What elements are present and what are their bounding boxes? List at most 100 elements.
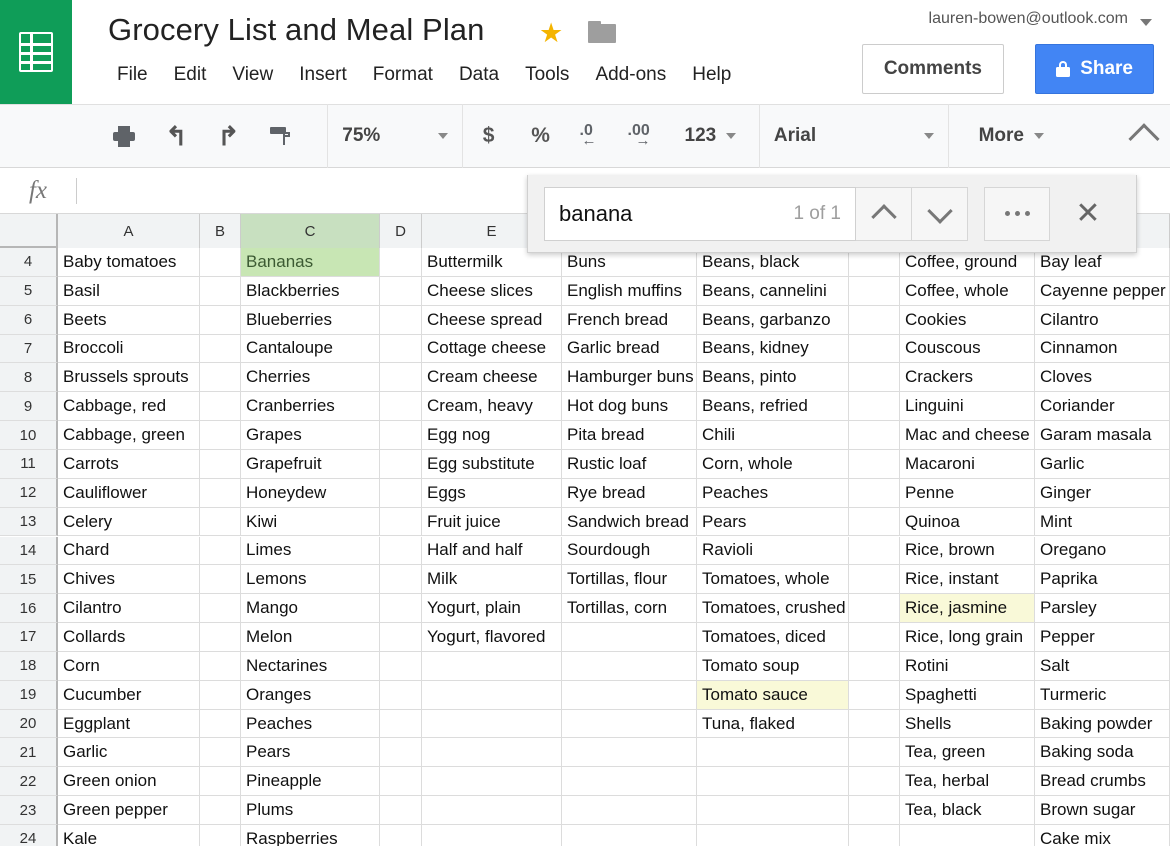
cell-F5[interactable]: English muffins [562,277,697,306]
cell-F20[interactable] [562,710,697,739]
cell-A17[interactable]: Collards [58,623,200,652]
cell-D11[interactable] [380,450,422,479]
cell-F13[interactable]: Sandwich bread [562,508,697,537]
cell-E7[interactable]: Cottage cheese [422,335,562,364]
cell-C21[interactable]: Pears [241,738,380,767]
cell-I8[interactable]: Crackers [900,363,1035,392]
cell-E16[interactable]: Yogurt, plain [422,594,562,623]
cell-E21[interactable] [422,738,562,767]
menu-help[interactable]: Help [679,60,744,90]
find-previous-button[interactable] [856,187,912,241]
cell-E19[interactable] [422,681,562,710]
row-header-22[interactable]: 22 [0,767,58,796]
cell-C12[interactable]: Honeydew [241,479,380,508]
cell-A5[interactable]: Basil [58,277,200,306]
cell-F21[interactable] [562,738,697,767]
cell-E13[interactable]: Fruit juice [422,508,562,537]
cell-H11[interactable] [849,450,900,479]
cell-A8[interactable]: Brussels sprouts [58,363,200,392]
cell-E20[interactable] [422,710,562,739]
cell-E11[interactable]: Egg substitute [422,450,562,479]
cell-I23[interactable]: Tea, black [900,796,1035,825]
menu-file[interactable]: File [104,60,161,90]
cell-H22[interactable] [849,767,900,796]
cell-C5[interactable]: Blackberries [241,277,380,306]
cell-J14[interactable]: Oregano [1035,537,1170,566]
cell-H20[interactable] [849,710,900,739]
more-options-button[interactable]: More [965,113,1058,159]
column-header-d[interactable]: D [380,214,422,248]
cell-G7[interactable]: Beans, kidney [697,335,849,364]
cell-D21[interactable] [380,738,422,767]
cell-E14[interactable]: Half and half [422,537,562,566]
cell-H10[interactable] [849,421,900,450]
cell-A14[interactable]: Chard [58,537,200,566]
cell-B6[interactable] [200,306,241,335]
cell-B10[interactable] [200,421,241,450]
cell-H13[interactable] [849,508,900,537]
menu-tools[interactable]: Tools [512,60,582,90]
row-header-19[interactable]: 19 [0,681,58,710]
cell-E18[interactable] [422,652,562,681]
cell-C15[interactable]: Lemons [241,565,380,594]
cell-B14[interactable] [200,537,241,566]
font-selector[interactable]: Arial [760,113,948,159]
cell-J21[interactable]: Baking soda [1035,738,1170,767]
cell-C13[interactable]: Kiwi [241,508,380,537]
cell-B21[interactable] [200,738,241,767]
cell-B22[interactable] [200,767,241,796]
cell-H5[interactable] [849,277,900,306]
select-all-corner[interactable] [0,214,58,248]
zoom-selector[interactable]: 75% [328,113,461,159]
cell-G16[interactable]: Tomatoes, crushed [697,594,849,623]
cell-G13[interactable]: Pears [697,508,849,537]
find-input[interactable] [545,201,745,227]
cell-G19[interactable]: Tomato sauce [697,681,849,710]
cell-B18[interactable] [200,652,241,681]
cell-G23[interactable] [697,796,849,825]
cell-F18[interactable] [562,652,697,681]
cell-A24[interactable]: Kale [58,825,200,846]
cell-E24[interactable] [422,825,562,846]
cell-E6[interactable]: Cheese spread [422,306,562,335]
cell-J11[interactable]: Garlic [1035,450,1170,479]
cell-J7[interactable]: Cinnamon [1035,335,1170,364]
redo-button[interactable]: ↱ [204,113,252,159]
cell-A10[interactable]: Cabbage, green [58,421,200,450]
account-email[interactable]: lauren-bowen@outlook.com [929,10,1128,28]
cell-I20[interactable]: Shells [900,710,1035,739]
cell-J20[interactable]: Baking powder [1035,710,1170,739]
cell-A11[interactable]: Carrots [58,450,200,479]
cell-E23[interactable] [422,796,562,825]
row-header-15[interactable]: 15 [0,565,58,594]
collapse-toolbar-button[interactable] [1120,113,1168,159]
cell-C17[interactable]: Melon [241,623,380,652]
column-header-b[interactable]: B [200,214,241,248]
cell-D19[interactable] [380,681,422,710]
row-header-12[interactable]: 12 [0,479,58,508]
row-header-10[interactable]: 10 [0,421,58,450]
row-header-5[interactable]: 5 [0,277,58,306]
cell-E15[interactable]: Milk [422,565,562,594]
menu-view[interactable]: View [219,60,286,90]
cell-D17[interactable] [380,623,422,652]
cell-C11[interactable]: Grapefruit [241,450,380,479]
cell-D13[interactable] [380,508,422,537]
cell-I5[interactable]: Coffee, whole [900,277,1035,306]
cell-D8[interactable] [380,363,422,392]
cell-H14[interactable] [849,537,900,566]
row-header-20[interactable]: 20 [0,710,58,739]
cell-I15[interactable]: Rice, instant [900,565,1035,594]
cell-E8[interactable]: Cream cheese [422,363,562,392]
cell-D18[interactable] [380,652,422,681]
cell-G5[interactable]: Beans, cannelini [697,277,849,306]
cell-F6[interactable]: French bread [562,306,697,335]
cell-I22[interactable]: Tea, herbal [900,767,1035,796]
cell-C14[interactable]: Limes [241,537,380,566]
cell-F15[interactable]: Tortillas, flour [562,565,697,594]
cell-I7[interactable]: Couscous [900,335,1035,364]
cell-G21[interactable] [697,738,849,767]
percent-format-button[interactable]: % [517,113,565,159]
cell-B17[interactable] [200,623,241,652]
cell-F11[interactable]: Rustic loaf [562,450,697,479]
